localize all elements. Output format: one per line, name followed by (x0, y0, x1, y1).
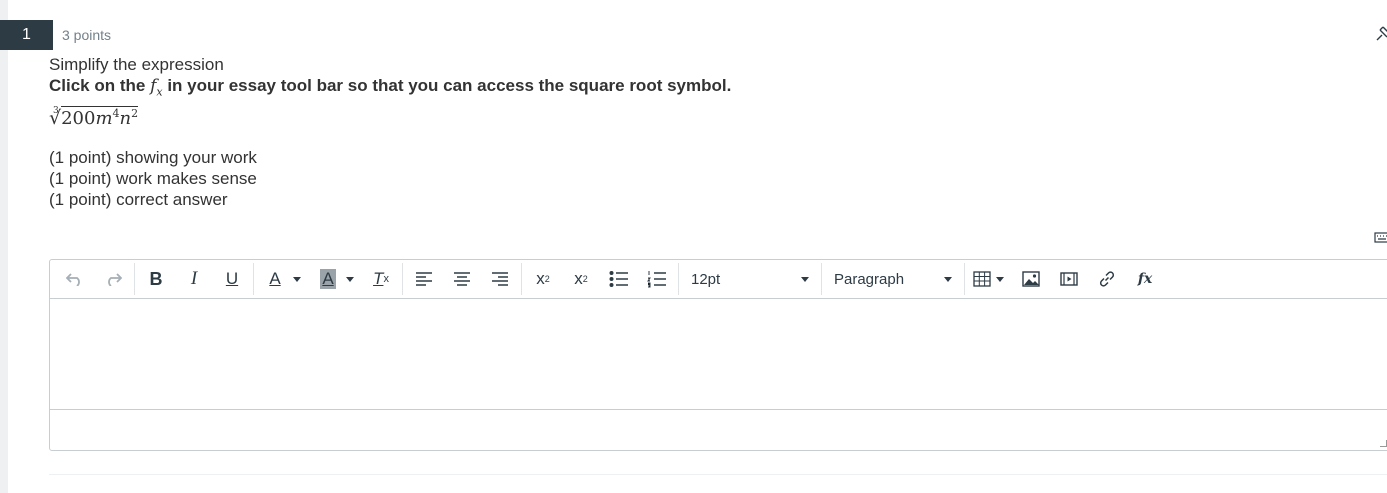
clear-formatting-sub: x (383, 273, 389, 285)
question-points: 3 points (62, 27, 112, 43)
image-icon (1022, 271, 1040, 287)
essay-editor: B I U A A Tx x 2 x 2 12pt Paragraph fx (49, 259, 1387, 451)
text-color-label: A (269, 269, 281, 288)
radicand-var1: m (95, 108, 113, 130)
superscript-base: x (536, 269, 545, 288)
math-expression: 3 √200m4n2 (49, 103, 731, 130)
undo-button[interactable] (60, 264, 90, 294)
text-color-control[interactable]: A (256, 264, 309, 294)
redo-icon (108, 273, 122, 286)
question-instruction: Click on the fx in your essay tool bar s… (49, 75, 731, 102)
media-icon (1060, 272, 1078, 286)
link-button[interactable] (1092, 264, 1122, 294)
block-format-select[interactable]: Paragraph (824, 264, 962, 294)
table-icon (973, 271, 991, 287)
table-button[interactable] (971, 264, 993, 294)
bullet-list-icon (609, 271, 628, 287)
align-left-icon (416, 272, 432, 286)
instruction-before: Click on the (49, 76, 151, 95)
resize-handle[interactable] (1380, 440, 1387, 447)
bold-button[interactable]: B (141, 264, 171, 294)
radicand-coefficient: 200 (61, 108, 96, 130)
table-dropdown-icon[interactable] (996, 276, 1004, 282)
align-left-button[interactable] (409, 264, 439, 294)
align-right-button[interactable] (485, 264, 515, 294)
subscript-base: x (574, 269, 583, 288)
radicand-var2: n (119, 108, 132, 130)
question-text: Simplify the expression Click on the fx … (49, 54, 731, 210)
redo-button[interactable] (98, 264, 128, 294)
essay-text-area[interactable] (50, 299, 1387, 410)
block-format-value: Paragraph (834, 270, 905, 288)
instruction-after: in your essay tool bar so that you can a… (162, 76, 732, 95)
divider (49, 474, 1387, 475)
rubric-item: (1 point) correct answer (49, 190, 228, 210)
left-strip (0, 0, 8, 493)
align-center-icon (454, 272, 470, 286)
radicand-exp1: 4 (112, 107, 120, 121)
fx-symbol: fx (150, 76, 163, 98)
subscript-mark: 2 (582, 274, 588, 284)
radicand-exp2: 2 (131, 107, 139, 121)
rubric-item: (1 point) work makes sense (49, 169, 257, 189)
media-button[interactable] (1054, 264, 1084, 294)
highlight-color-control[interactable]: A (309, 264, 362, 294)
highlight-dropdown-icon[interactable] (346, 276, 354, 282)
clear-formatting-label: T (373, 269, 384, 288)
editor-toolbar: B I U A A Tx x 2 x 2 12pt Paragraph fx (50, 260, 1387, 299)
image-button[interactable] (1016, 264, 1046, 294)
font-size-dropdown-icon (801, 276, 809, 282)
table-control[interactable] (967, 264, 1012, 294)
question-number: 1 (0, 20, 53, 50)
text-color-button[interactable]: A (260, 264, 290, 294)
font-size-select[interactable]: 12pt (681, 264, 819, 294)
numbered-list-icon (647, 271, 666, 288)
equation-button[interactable]: fx (1130, 264, 1160, 294)
radicand: 200m4n2 (61, 106, 139, 130)
keyboard-icon[interactable] (1374, 230, 1387, 244)
pin-icon[interactable] (1373, 24, 1387, 44)
text-color-dropdown-icon[interactable] (293, 276, 301, 282)
bullet-list-button[interactable] (604, 264, 634, 294)
italic-button[interactable]: I (179, 264, 209, 294)
underline-button[interactable]: U (217, 264, 247, 294)
link-icon (1099, 271, 1115, 287)
highlight-label: A (320, 269, 336, 289)
superscript-button[interactable]: x2 (528, 264, 558, 294)
underline-label: U (225, 269, 239, 288)
root-index: 3 (53, 106, 59, 117)
subscript-button[interactable]: x2 (566, 264, 596, 294)
undo-icon (66, 273, 80, 286)
font-size-value: 12pt (691, 270, 721, 288)
editor-statusbar (50, 410, 1387, 450)
numbered-list-button[interactable] (642, 264, 672, 294)
block-format-dropdown-icon (944, 276, 952, 282)
highlight-button[interactable]: A (313, 264, 343, 294)
quiz-page: 1 3 points Simplify the expression Click… (0, 0, 1387, 493)
question-intro: Simplify the expression (49, 55, 224, 74)
align-right-icon (492, 272, 508, 286)
rubric-item: (1 point) showing your work (49, 148, 257, 168)
clear-formatting-button[interactable]: Tx (366, 264, 396, 294)
superscript-mark: 2 (544, 274, 550, 284)
align-center-button[interactable] (447, 264, 477, 294)
